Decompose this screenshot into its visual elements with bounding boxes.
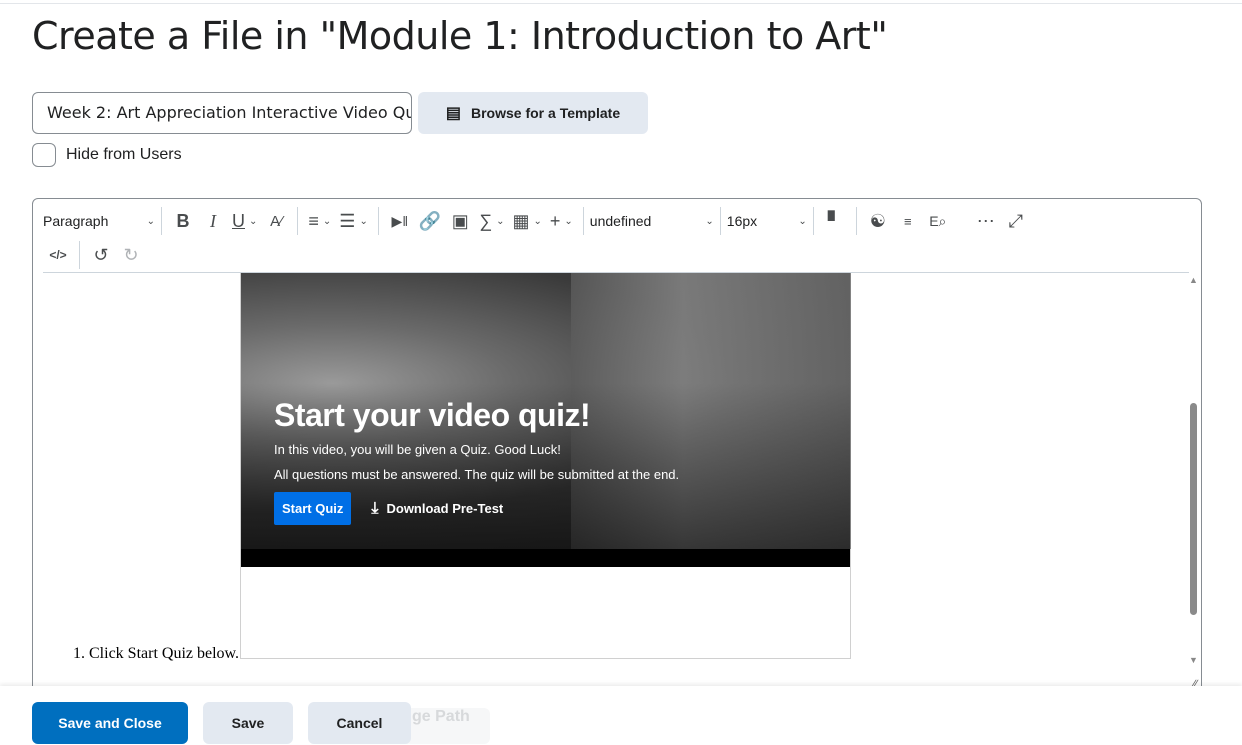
block-format-select[interactable]: Paragraph ⌄ [43, 213, 155, 229]
image-icon[interactable]: ▣ [445, 206, 475, 236]
template-icon: ▤ [445, 105, 461, 122]
browse-template-button[interactable]: ▤ Browse for a Template [418, 92, 648, 134]
save-button[interactable]: Save [203, 702, 293, 744]
table-icon[interactable]: ▦ ⌄ [508, 206, 545, 236]
separator [297, 207, 299, 235]
accessibility-icon[interactable]: ☯ [863, 206, 893, 236]
file-title-input[interactable]: Week 2: Art Appreciation Interactive Vid… [32, 92, 412, 134]
bold-icon[interactable]: B [168, 206, 198, 236]
video-overlay: Start your video quiz! In this video, yo… [274, 397, 679, 525]
more-icon[interactable]: ⋯ [971, 206, 1001, 236]
format-clear-icon[interactable]: A⁄ [261, 206, 291, 236]
hide-from-users-label: Hide from Users [66, 146, 182, 163]
start-quiz-button[interactable]: Start Quiz [274, 492, 352, 525]
editor-toolbar-row-2: </> ↺ ↻ [33, 237, 1201, 273]
editor-content[interactable]: Start your video quiz! In this video, yo… [33, 273, 1187, 695]
chevron-down-icon: ⌄ [705, 215, 714, 227]
font-family-value: undefined [589, 213, 652, 229]
cancel-button[interactable]: Cancel [308, 702, 411, 744]
separator [812, 207, 814, 235]
video-bar [241, 549, 850, 567]
equation-icon[interactable]: ∑ ⌄ [475, 206, 508, 236]
fullscreen-icon[interactable]: ⤢ [1001, 206, 1031, 236]
undo-icon[interactable]: ↺ [86, 240, 116, 270]
separator [719, 207, 721, 235]
scroll-down-icon[interactable]: ▼ [1189, 655, 1198, 665]
save-and-close-button[interactable]: Save and Close [32, 702, 188, 744]
media-icon[interactable]: ▶‖ [385, 206, 415, 236]
obscured-text: ge Path [412, 708, 470, 725]
italic-icon[interactable]: I [198, 206, 228, 236]
word-count-icon[interactable]: ≡ [893, 206, 923, 236]
separator [161, 207, 162, 235]
page-title: Create a File in "Module 1: Introduction… [32, 14, 888, 58]
chevron-down-icon: ⌄ [146, 215, 155, 227]
video-heading: Start your video quiz! [274, 397, 591, 433]
separator [855, 207, 857, 235]
video-line-2: All questions must be answered. The quiz… [274, 467, 680, 482]
font-family-select[interactable]: undefined ⌄ [590, 213, 714, 229]
video-line-1: In this video, you will be given a Quiz.… [274, 442, 561, 457]
download-label: Download Pre-Test [386, 501, 504, 516]
chevron-down-icon: ⌄ [798, 215, 807, 227]
insert-icon[interactable]: + ⌄ [546, 206, 577, 236]
download-pretest-link[interactable]: ⤓ Download Pre-Test [371, 500, 503, 518]
format-painter-icon[interactable]: ▘ [820, 206, 850, 236]
scroll-up-icon[interactable]: ▲ [1189, 275, 1198, 285]
download-icon: ⤓ [371, 499, 379, 517]
top-divider [0, 3, 1242, 4]
source-code-icon[interactable]: </> [43, 240, 73, 270]
separator [79, 241, 80, 269]
editor-scrollbar[interactable]: ▲ ▼ [1187, 275, 1199, 665]
html-editor: Paragraph ⌄ B I U ⌄ A⁄ ≡ ⌄ ☰ ⌄ ▶‖ 🔗 ▣ ∑ ⌄ ▦ ⌄ … [32, 198, 1202, 696]
video-quiz-embed: Start your video quiz! In this video, yo… [240, 273, 851, 659]
instruction-text: 1. Click Start Quiz below. [73, 645, 240, 662]
find-replace-icon[interactable]: E⌕ [923, 206, 953, 236]
browse-template-label: Browse for a Template [471, 105, 621, 121]
underline-icon[interactable]: U ⌄ [228, 206, 261, 236]
separator [377, 207, 379, 235]
hide-from-users[interactable]: Hide from Users [32, 143, 182, 167]
separator [582, 207, 584, 235]
hide-from-users-checkbox[interactable] [32, 143, 56, 167]
align-icon[interactable]: ≡ ⌄ [304, 206, 335, 236]
link-icon[interactable]: 🔗 [415, 206, 445, 236]
editor-toolbar-row-1: Paragraph ⌄ B I U ⌄ A⁄ ≡ ⌄ ☰ ⌄ ▶‖ 🔗 ▣ ∑ ⌄ ▦ ⌄ … [33, 203, 1201, 239]
redo-icon: ↻ [123, 244, 139, 265]
list-icon[interactable]: ☰ ⌄ [335, 206, 372, 236]
scrollbar-thumb[interactable] [1190, 403, 1197, 615]
font-size-select[interactable]: 16px ⌄ [727, 213, 807, 229]
font-size-value: 16px [726, 213, 758, 229]
block-format-value: Paragraph [43, 213, 109, 229]
